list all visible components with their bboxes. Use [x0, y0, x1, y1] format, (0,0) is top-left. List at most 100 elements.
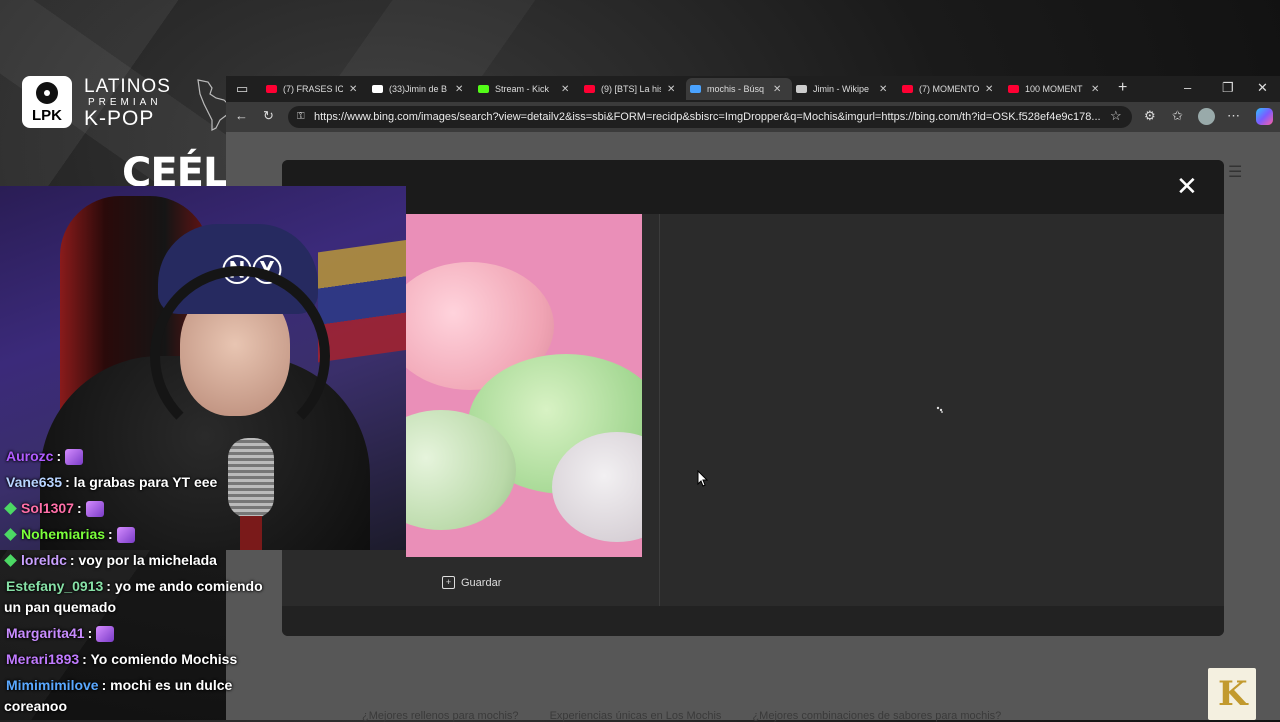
chat-text-continued: un pan quemado: [4, 599, 116, 615]
chat-username[interactable]: Aurozc: [6, 448, 53, 464]
tab-close-icon[interactable]: ✕: [879, 84, 887, 95]
chat-message: loreldc: voy por la michelada: [4, 550, 217, 571]
tab-title: (7) FRASES ICO: [283, 84, 343, 94]
loading-spinner-icon: [936, 406, 943, 413]
sub-badge-icon: [4, 554, 17, 567]
chat-username[interactable]: Merari1893: [6, 651, 79, 667]
tab-close-icon[interactable]: ✕: [349, 84, 357, 95]
modal-footer: [282, 606, 1224, 636]
chat-username[interactable]: Sol1307: [21, 500, 74, 516]
extensions-icon[interactable]: ⚙: [1144, 108, 1156, 124]
related-search-chip[interactable]: ¿Mejores rellenos para mochis?: [362, 710, 519, 722]
browser-toolbar: ← ↻ ⚿ https://www.bing.com/images/search…: [226, 102, 1280, 132]
minimize-button[interactable]: –: [1184, 80, 1191, 95]
tab-7[interactable]: 100 MOMENT ✕: [1004, 78, 1110, 100]
chat-username[interactable]: Nohemiarias: [21, 526, 105, 542]
stream-logo: LPK LATINOS PREMIAN K-POP: [22, 76, 231, 134]
flag: [318, 239, 406, 363]
tab-close-icon[interactable]: ✕: [455, 84, 463, 95]
tab-0[interactable]: (7) FRASES ICO ✕: [262, 78, 368, 100]
save-icon: +: [442, 576, 455, 589]
new-tab-button[interactable]: +: [1118, 79, 1127, 97]
logo-badge: LPK: [22, 76, 72, 128]
youtube-icon: [266, 85, 277, 93]
more-menu-icon[interactable]: ⋯: [1227, 108, 1240, 124]
tab-close-icon[interactable]: ✕: [1091, 84, 1099, 95]
image-detail-modal: ✕ + Guardar: [282, 160, 1224, 636]
tab-title: mochis - Búsq: [707, 84, 765, 94]
chat-username[interactable]: Margarita41: [6, 625, 85, 641]
modal-header: [282, 160, 1224, 214]
tab-2[interactable]: Stream - Kick ✕: [474, 78, 580, 100]
back-icon[interactable]: ←: [235, 108, 248, 123]
logo-line-1: LATINOS: [84, 76, 171, 97]
chat-message: Aurozc:: [6, 446, 84, 467]
window-close-button[interactable]: ✕: [1257, 80, 1268, 96]
chat-separator: :: [106, 578, 115, 594]
tab-4[interactable]: mochis - Búsq ✕: [686, 78, 792, 100]
chat-text: voy por la michelada: [78, 552, 217, 568]
emote-icon: [85, 501, 104, 518]
tab-close-icon[interactable]: ✕: [985, 84, 993, 95]
favorites-icon[interactable]: ✩: [1172, 108, 1183, 124]
corner-badge-letter: K: [1218, 674, 1248, 714]
chat-text: la grabas para YT eee: [73, 474, 218, 490]
tiktok-icon: [372, 85, 383, 93]
related-search-chip[interactable]: Experiencias únicas en Los Mochis: [550, 710, 722, 722]
favorite-star-icon[interactable]: ☆: [1110, 108, 1122, 124]
chat-separator: :: [56, 448, 66, 464]
chat-message: Estefany_0913: yo me ando comiendo un pan…: [4, 576, 263, 618]
tab-6[interactable]: (7) MOMENTO ✕: [898, 78, 1004, 100]
tab-title: (33)Jimin de B: [389, 84, 448, 94]
chat-username[interactable]: Estefany_0913: [6, 578, 103, 594]
chat-separator: :: [65, 474, 74, 490]
tab-5[interactable]: Jimin - Wikipe ✕: [792, 78, 898, 100]
chat-message: Vane635: la grabas para YT eee: [6, 472, 217, 493]
emote-icon: [116, 527, 135, 544]
refresh-icon[interactable]: ↻: [263, 108, 274, 124]
chat-separator: :: [108, 526, 117, 542]
chat-message: Nohemiarias:: [4, 524, 135, 545]
chat-text: mochi es un dulce: [110, 677, 233, 693]
related-searches: ¿Mejores rellenos para mochis? Experienc…: [362, 710, 1029, 722]
tab-title: (9) [BTS] La his: [601, 84, 661, 94]
tab-actions-icon[interactable]: ▭: [236, 81, 248, 97]
chat-text: yo me ando comiendo: [114, 578, 263, 594]
chat-message: Mimimimilove: mochi es un dulce coreanoo: [4, 675, 233, 717]
mochi-image[interactable]: [406, 214, 642, 557]
panel-divider: [659, 214, 660, 606]
hamburger-menu-icon[interactable]: ☰: [1228, 162, 1242, 182]
search-icon: [690, 85, 701, 93]
mouse-cursor-icon: [697, 470, 709, 487]
stream-chat: Aurozc: Vane635: la grabas para YT eee So…: [0, 446, 266, 720]
youtube-icon: [584, 85, 595, 93]
profile-avatar[interactable]: [1198, 108, 1215, 125]
tab-close-icon[interactable]: ✕: [561, 84, 569, 95]
save-label: Guardar: [461, 576, 502, 589]
tab-title: (7) MOMENTO: [919, 84, 979, 94]
copilot-icon[interactable]: [1256, 108, 1273, 125]
tab-title: Stream - Kick: [495, 84, 550, 94]
emote-icon: [65, 449, 84, 466]
address-bar[interactable]: ⚿ https://www.bing.com/images/search?vie…: [288, 106, 1132, 128]
related-search-chip[interactable]: ¿Mejores combinaciones de sabores para m…: [752, 710, 1001, 722]
chat-username[interactable]: Mimimimilove: [6, 677, 99, 693]
tab-1[interactable]: (33)Jimin de B ✕: [368, 78, 474, 100]
save-button[interactable]: + Guardar: [442, 576, 501, 589]
chat-text: Yo comiendo Mochiss: [90, 651, 238, 667]
chat-text-continued: coreanoo: [4, 698, 68, 714]
chat-message: Margarita41:: [6, 623, 115, 644]
tab-close-icon[interactable]: ✕: [773, 84, 781, 95]
restore-button[interactable]: ❐: [1222, 80, 1234, 96]
sub-badge-icon: [4, 502, 17, 515]
site-info-icon[interactable]: ⚿: [297, 106, 305, 128]
youtube-icon: [1008, 85, 1019, 93]
emote-icon: [96, 626, 115, 643]
tab-title: 100 MOMENT: [1025, 84, 1083, 94]
chat-separator: :: [87, 625, 97, 641]
tab-close-icon[interactable]: ✕: [667, 84, 675, 95]
tab-3[interactable]: (9) [BTS] La his ✕: [580, 78, 686, 100]
close-icon[interactable]: ✕: [1176, 172, 1198, 200]
chat-username[interactable]: loreldc: [21, 552, 67, 568]
chat-username[interactable]: Vane635: [6, 474, 62, 490]
